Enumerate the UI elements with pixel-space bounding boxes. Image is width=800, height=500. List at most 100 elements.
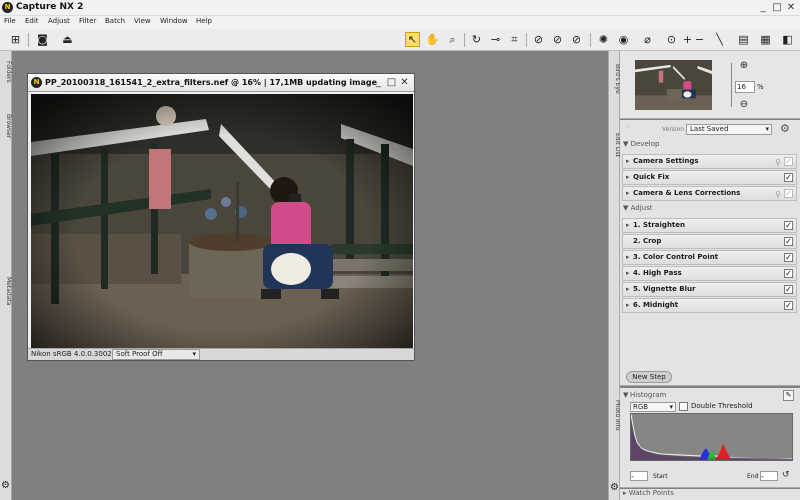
menu-adjust[interactable]: Adjust: [48, 17, 70, 25]
soft-proof-dropdown[interactable]: Soft Proof Off ▾: [112, 349, 200, 360]
link-icon: ⚲: [775, 190, 781, 199]
step-checkbox[interactable]: ✓: [784, 269, 793, 278]
adjust-section-header[interactable]: ▼ Adjust: [620, 202, 800, 215]
dropdown-arrow-icon: ▾: [192, 350, 196, 358]
document-status-bar: Nikon sRGB 4.0.0.3002 Soft Proof Off ▾: [28, 348, 414, 360]
watch-points-header[interactable]: ▸ Watch Points: [620, 489, 800, 500]
histogram-eyedropper-button[interactable]: ✎: [783, 390, 794, 401]
edit-step-camera-lens-corrections[interactable]: ▸ Camera & Lens Corrections ⚲ ✓: [622, 186, 797, 201]
zoom-out-icon[interactable]: ⊖: [738, 99, 750, 111]
edit-step-camera-settings[interactable]: ▸ Camera Settings ⚲ ✓: [622, 154, 797, 169]
edit-step-crop[interactable]: 2. Crop ✓: [622, 234, 797, 249]
start-input[interactable]: -: [630, 471, 648, 481]
doc-close-button[interactable]: ✕: [398, 76, 411, 89]
step-checkbox[interactable]: ✓: [784, 221, 793, 230]
crop-icon[interactable]: ⌗: [507, 32, 522, 47]
version-value: Last Saved: [690, 125, 729, 133]
step-checkbox[interactable]: ✓: [784, 157, 793, 166]
edit-step-midnight[interactable]: ▸ 6. Midnight ✓: [622, 298, 797, 313]
menu-batch[interactable]: Batch: [105, 17, 125, 25]
edit-step-label: 3. Color Control Point: [633, 253, 719, 261]
rotate-icon[interactable]: ↻: [469, 32, 484, 47]
zoom-in-icon[interactable]: ⊕: [738, 60, 750, 72]
fill-icon[interactable]: ▦: [758, 32, 773, 47]
expand-arrow-icon: ▸: [626, 173, 630, 181]
close-button[interactable]: ✕: [784, 1, 798, 14]
edit-step-straighten[interactable]: ▸ 1. Straighten ✓: [622, 218, 797, 233]
neutral-point-icon[interactable]: ⊘: [550, 32, 565, 47]
watch-points-title: Watch Points: [628, 489, 674, 497]
step-checkbox[interactable]: ✓: [784, 301, 793, 310]
direct-select-icon[interactable]: ↖: [405, 32, 420, 47]
photo-canvas[interactable]: [31, 94, 413, 348]
camera-icon[interactable]: ◙: [35, 32, 50, 47]
edit-step-high-pass[interactable]: ▸ 4. High Pass ✓: [622, 266, 797, 281]
zoom-icon[interactable]: ⌕: [445, 32, 460, 47]
gear-icon[interactable]: ⚙: [1, 480, 10, 491]
document-title-bar[interactable]: N PP_20100318_161541_2_extra_filters.nef…: [28, 74, 414, 92]
gear-icon[interactable]: ⚙: [780, 122, 790, 135]
step-checkbox[interactable]: ✓: [784, 189, 793, 198]
zoom-input[interactable]: 16: [735, 81, 755, 93]
menu-view[interactable]: View: [134, 17, 151, 25]
edit-step-quick-fix[interactable]: ▸ Quick Fix ✓: [622, 170, 797, 185]
develop-title: Develop: [630, 140, 660, 148]
brush-icon[interactable]: ╲: [712, 32, 727, 47]
edit-list-options-icon[interactable]: ⁘: [624, 122, 632, 132]
doc-minimize-button[interactable]: _: [372, 76, 385, 89]
version-dropdown[interactable]: Last Saved ▾: [686, 124, 772, 135]
collapse-arrow-icon: ▼: [623, 204, 631, 212]
hand-icon[interactable]: ✋: [425, 32, 440, 47]
edit-step-label: 5. Vignette Blur: [633, 285, 696, 293]
edit-step-label: 2. Crop: [633, 237, 662, 245]
edit-step-label: Quick Fix: [633, 173, 670, 181]
develop-section-header[interactable]: ▼ Develop: [620, 138, 800, 151]
menu-window[interactable]: Window: [160, 17, 188, 25]
minimize-button[interactable]: _: [756, 1, 770, 14]
tray-icon[interactable]: ⏏: [60, 32, 75, 47]
edit-step-label: 4. High Pass: [633, 269, 682, 277]
menu-filter[interactable]: Filter: [79, 17, 96, 25]
doc-maximize-button[interactable]: □: [385, 76, 398, 89]
lasso-icon[interactable]: ⌀: [640, 32, 655, 47]
expand-arrow-icon: ▸: [626, 221, 630, 229]
toolbar-separator: [526, 33, 527, 47]
auto-retouch-icon[interactable]: ◉: [616, 32, 631, 47]
tab-folders[interactable]: Folders: [0, 61, 12, 83]
black-point-icon[interactable]: ⊘: [531, 32, 546, 47]
tab-browser[interactable]: Browser: [0, 111, 12, 141]
gradient-icon[interactable]: ▤: [736, 32, 751, 47]
expand-arrow-icon: ▸: [626, 269, 630, 277]
maximize-button[interactable]: □: [770, 1, 784, 14]
step-checkbox[interactable]: ✓: [784, 173, 793, 182]
channel-dropdown[interactable]: RGB ▾: [630, 402, 676, 412]
menu-help[interactable]: Help: [196, 17, 212, 25]
menu-file[interactable]: File: [4, 17, 16, 25]
straighten-icon[interactable]: ⊸: [488, 32, 503, 47]
photo-image: [31, 94, 413, 348]
edit-step-vignette-blur[interactable]: ▸ 5. Vignette Blur ✓: [622, 282, 797, 297]
dropdown-arrow-icon: ▾: [669, 403, 673, 411]
white-point-icon[interactable]: ⊘: [569, 32, 584, 47]
zoom-slider-track[interactable]: [728, 63, 732, 107]
minus-point-icon[interactable]: −: [692, 32, 707, 47]
menu-edit[interactable]: Edit: [25, 17, 39, 25]
reset-icon[interactable]: ↺: [782, 470, 790, 480]
link-icon: ⚲: [775, 158, 781, 167]
collapse-arrow-icon[interactable]: ▼: [623, 391, 628, 399]
red-eye-icon[interactable]: ✺: [596, 32, 611, 47]
double-threshold-checkbox[interactable]: [679, 402, 688, 411]
edit-step-color-control-point[interactable]: ▸ 3. Color Control Point ✓: [622, 250, 797, 265]
color-control-point-icon[interactable]: ⊙: [664, 32, 679, 47]
histogram-plot: [630, 413, 792, 460]
birds-eye-thumbnail[interactable]: [635, 60, 712, 110]
step-checkbox[interactable]: ✓: [784, 285, 793, 294]
browser-toggle-icon[interactable]: ⊞: [8, 32, 23, 47]
tab-metadata[interactable]: Metadata: [0, 273, 12, 309]
gear-icon[interactable]: ⚙: [610, 482, 619, 493]
levels-icon[interactable]: ◧: [780, 32, 795, 47]
end-input[interactable]: -: [760, 471, 778, 481]
step-checkbox[interactable]: ✓: [784, 237, 793, 246]
new-step-button[interactable]: New Step: [626, 371, 672, 383]
step-checkbox[interactable]: ✓: [784, 253, 793, 262]
